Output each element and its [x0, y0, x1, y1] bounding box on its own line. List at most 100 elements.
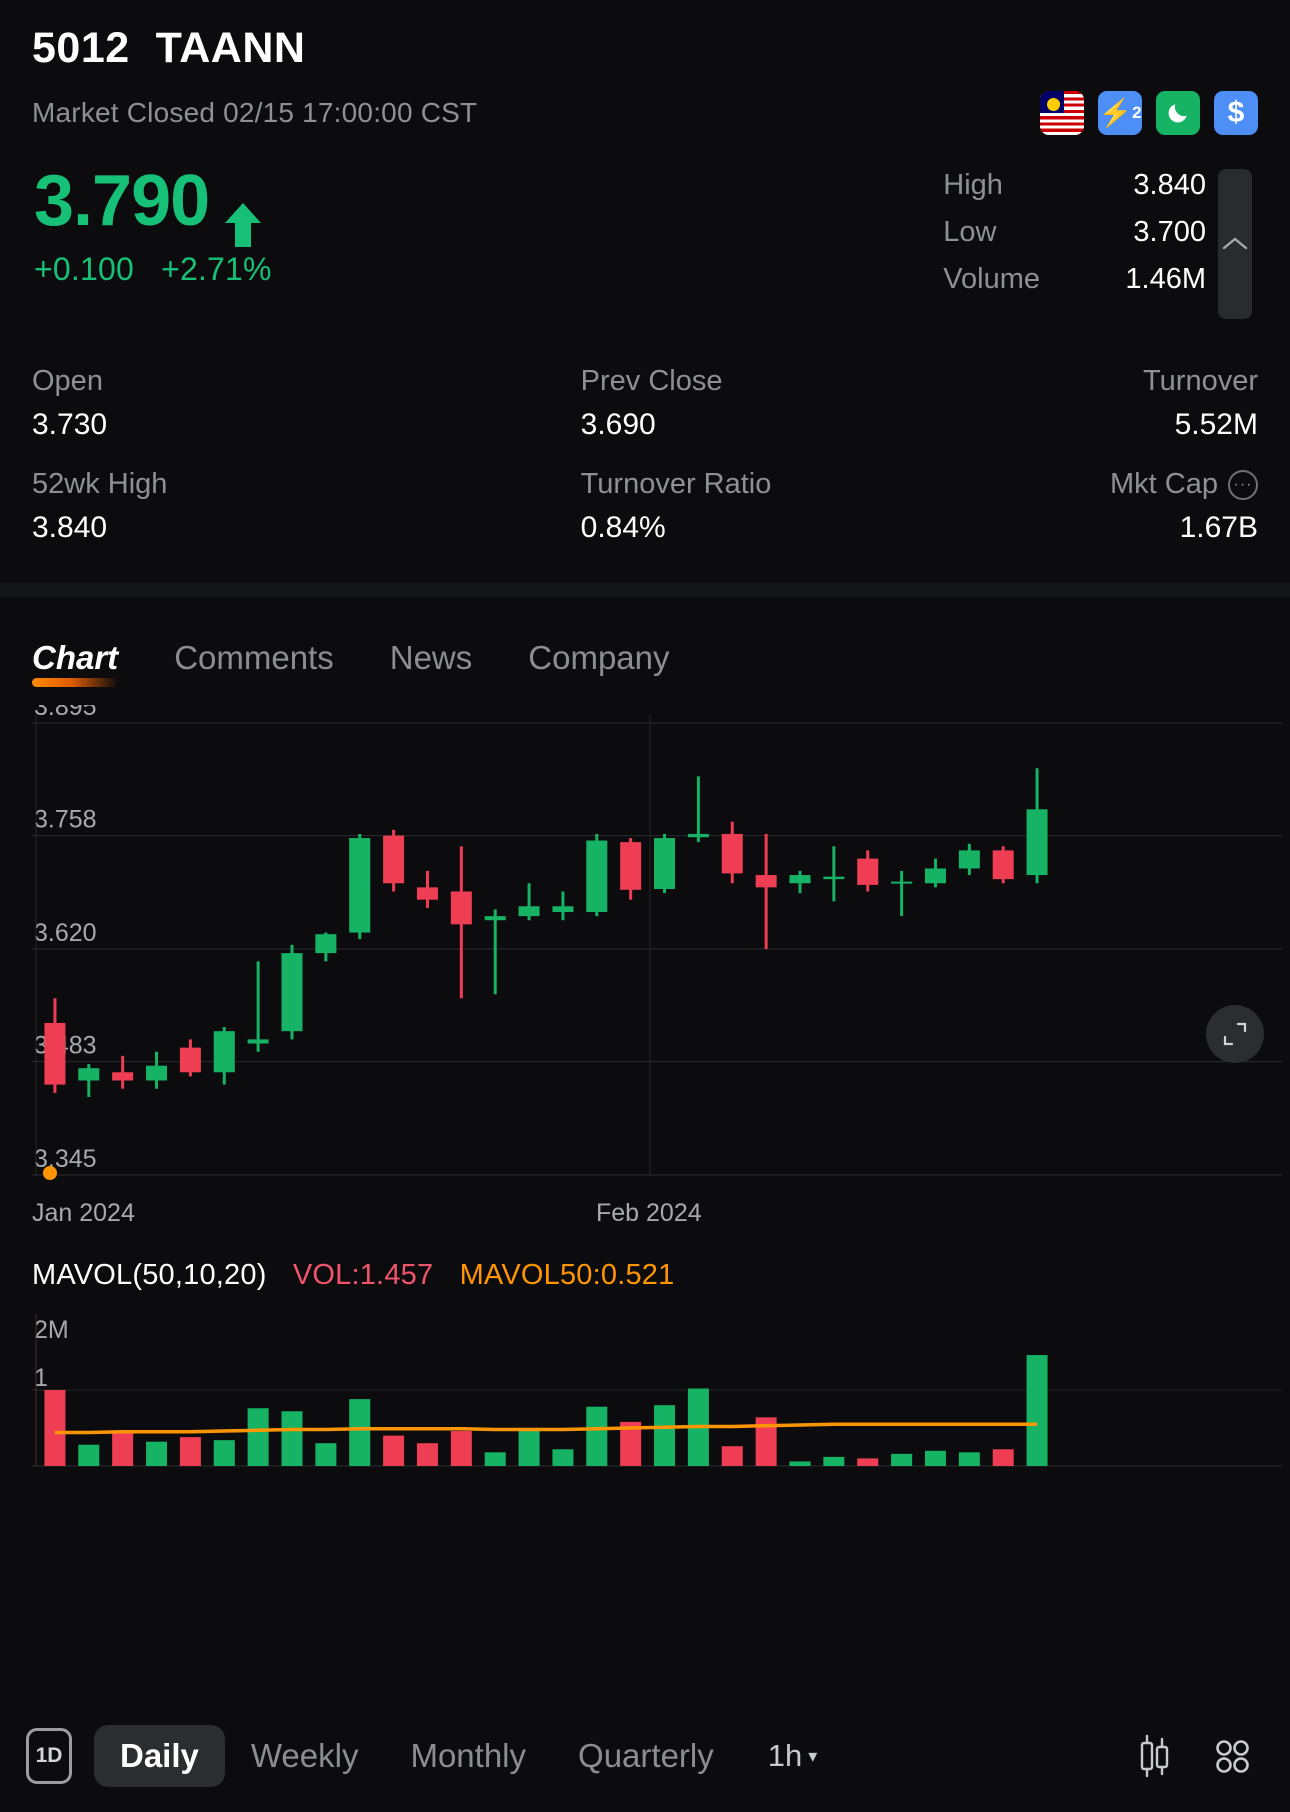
tab-company[interactable]: Company — [528, 639, 669, 687]
candlestick-chart[interactable]: 3.8953.7583.6203.4833.345 — [0, 705, 1290, 1205]
stock-header: 5012 TAANN Market Closed 02/15 17:00:00 … — [0, 0, 1290, 319]
mini-stat-label: High — [943, 169, 1003, 201]
stat-prev-close: Prev Close 3.690 — [441, 365, 850, 442]
price-chart-container[interactable]: 3.8953.7583.6203.4833.345 Jan 2024 Feb 2… — [0, 705, 1290, 1239]
intraday-1d-label: 1D — [35, 1744, 63, 1767]
tab-comments[interactable]: Comments — [174, 639, 334, 687]
symbol-name: TAANN — [155, 24, 306, 72]
stats-grid: Open 3.730 Prev Close 3.690 Turnover 5.5… — [0, 365, 1290, 545]
candlestick-icon — [1140, 1734, 1169, 1778]
tab-chart[interactable]: Chart — [32, 639, 119, 687]
timeframe-label: Monthly — [410, 1737, 527, 1774]
mini-quote-table: High 3.840 Low 3.700 Volume 1.46M — [943, 169, 1206, 296]
stat-label: Turnover — [1143, 365, 1258, 397]
timeframe-daily[interactable]: Daily — [94, 1725, 225, 1787]
stat-label: Open — [32, 365, 103, 397]
timeframe-quarterly[interactable]: Quarterly — [552, 1725, 740, 1787]
candlestick-svg: 3.8953.7583.6203.4833.345 — [32, 705, 1282, 1180]
content-tabs: Chart Comments News Company — [0, 597, 1290, 687]
symbol-code: 5012 — [32, 24, 130, 72]
chevron-down-icon: ▾ — [808, 1745, 818, 1766]
tab-label: Comments — [174, 639, 334, 676]
svg-text:2M: 2M — [34, 1316, 69, 1344]
stat-label-with-icon: Mkt Cap ··· — [1110, 468, 1258, 501]
info-dots-icon[interactable]: ··· — [1227, 469, 1258, 500]
symbol-title-row: 5012 TAANN — [32, 24, 1258, 73]
volume-svg: 2M1 — [32, 1314, 1282, 1467]
chart-type-button[interactable] — [1122, 1724, 1186, 1788]
stat-label: 52wk High — [32, 468, 168, 500]
level2-lightning-badge[interactable]: ⚡ 2 — [1098, 91, 1142, 135]
price-change-row: +0.100 +2.71% — [34, 251, 290, 288]
timeframe-label: Weekly — [250, 1737, 359, 1774]
tab-active-underline — [32, 678, 119, 687]
last-price: 3.790 — [34, 161, 210, 241]
timeframe-weekly[interactable]: Weekly — [225, 1725, 385, 1787]
tab-news[interactable]: News — [390, 639, 473, 687]
tab-label: Chart — [32, 639, 119, 676]
interval-label: 1h — [767, 1738, 803, 1773]
stat-value: 3.730 — [32, 408, 108, 441]
section-divider — [0, 583, 1290, 597]
svg-text:3.758: 3.758 — [34, 806, 97, 834]
tab-label: Company — [528, 639, 670, 676]
stat-mkt-cap: Mkt Cap ··· 1.67B — [849, 468, 1258, 545]
timeframe-monthly[interactable]: Monthly — [384, 1725, 552, 1787]
intraday-1d-button[interactable]: 1D — [26, 1728, 72, 1784]
timeframe-label: Daily — [120, 1737, 199, 1774]
mini-stat-label: Volume — [943, 263, 1040, 295]
stat-turnover: Turnover 5.52M — [849, 365, 1258, 442]
mavol50-value: MAVOL50:0.521 — [459, 1259, 675, 1291]
dollar-sign-icon: $ — [1227, 96, 1245, 129]
mini-stat-high: High 3.840 — [943, 169, 1206, 202]
stat-open: Open 3.730 — [32, 365, 441, 442]
stat-turnover-ratio: Turnover Ratio 0.84% — [441, 468, 850, 545]
stat-label: Turnover Ratio — [580, 468, 772, 500]
stat-value: 0.84% — [580, 511, 666, 544]
crescent-moon-icon — [1168, 104, 1187, 123]
mini-stat-low: Low 3.700 — [943, 216, 1206, 249]
stat-label: Mkt Cap — [1110, 468, 1218, 500]
svg-text:3.620: 3.620 — [34, 919, 97, 947]
chart-x-axis: Jan 2024 Feb 2024 — [0, 1199, 1290, 1239]
stat-52wk-high: 52wk High 3.840 — [32, 468, 441, 545]
night-trading-badge[interactable] — [1156, 91, 1200, 135]
market-status-row: Market Closed 02/15 17:00:00 CST ⚡ 2 $ — [32, 91, 1258, 135]
volume-legend: MAVOL(50,10,20) VOL:1.457 MAVOL50:0.521 — [0, 1239, 1290, 1292]
stat-value: 3.690 — [580, 408, 656, 441]
stat-label: Prev Close — [580, 365, 723, 397]
expand-quote-panel-button[interactable] — [1218, 169, 1252, 319]
mini-stat-value: 3.700 — [1133, 216, 1206, 248]
flag-star-icon — [1052, 99, 1060, 107]
badge-group: ⚡ 2 $ — [1040, 91, 1258, 135]
expand-corners-icon — [1223, 1022, 1247, 1046]
tab-label: News — [389, 639, 473, 676]
grid-indicators-icon — [1216, 1740, 1249, 1773]
x-tick-label: Jan 2024 — [32, 1199, 135, 1227]
stat-value: 3.840 — [32, 511, 108, 544]
mini-stat-volume: Volume 1.46M — [943, 263, 1206, 296]
fullscreen-chart-button[interactable] — [1206, 1005, 1264, 1063]
stat-value: 5.52M — [1174, 408, 1258, 441]
currency-badge[interactable]: $ — [1214, 91, 1258, 135]
volume-current-value: VOL:1.457 — [292, 1259, 434, 1291]
indicators-grid-button[interactable] — [1200, 1724, 1264, 1788]
mini-stat-label: Low — [943, 216, 997, 248]
volume-indicator-title: MAVOL(50,10,20) — [32, 1259, 267, 1291]
mini-stat-value: 1.46M — [1125, 263, 1206, 295]
x-tick-label: Feb 2024 — [596, 1199, 702, 1227]
timeframe-label: Quarterly — [578, 1737, 714, 1774]
price-change-absolute: +0.100 — [34, 251, 134, 287]
market-status-text: Market Closed 02/15 17:00:00 CST — [32, 97, 478, 128]
price-section: 3.790 +0.100 +2.71% High 3.840 Low 3.700… — [32, 165, 1258, 319]
lightning-bolt-icon: ⚡ — [1098, 97, 1133, 128]
interval-dropdown[interactable]: 1h ▾ — [768, 1738, 818, 1774]
chart-toolbar: 1D Daily Weekly Monthly Quarterly 1h ▾ — [0, 1700, 1290, 1812]
stat-value: 1.67B — [1179, 511, 1258, 544]
malaysia-flag-badge[interactable] — [1040, 91, 1084, 135]
svg-text:3.895: 3.895 — [34, 705, 97, 721]
mini-quote-panel: High 3.840 Low 3.700 Volume 1.46M — [943, 169, 1256, 319]
volume-chart[interactable]: 2M 1 — [0, 1304, 1290, 1474]
svg-text:3.345: 3.345 — [34, 1145, 97, 1173]
chevron-up-icon — [1222, 237, 1248, 250]
